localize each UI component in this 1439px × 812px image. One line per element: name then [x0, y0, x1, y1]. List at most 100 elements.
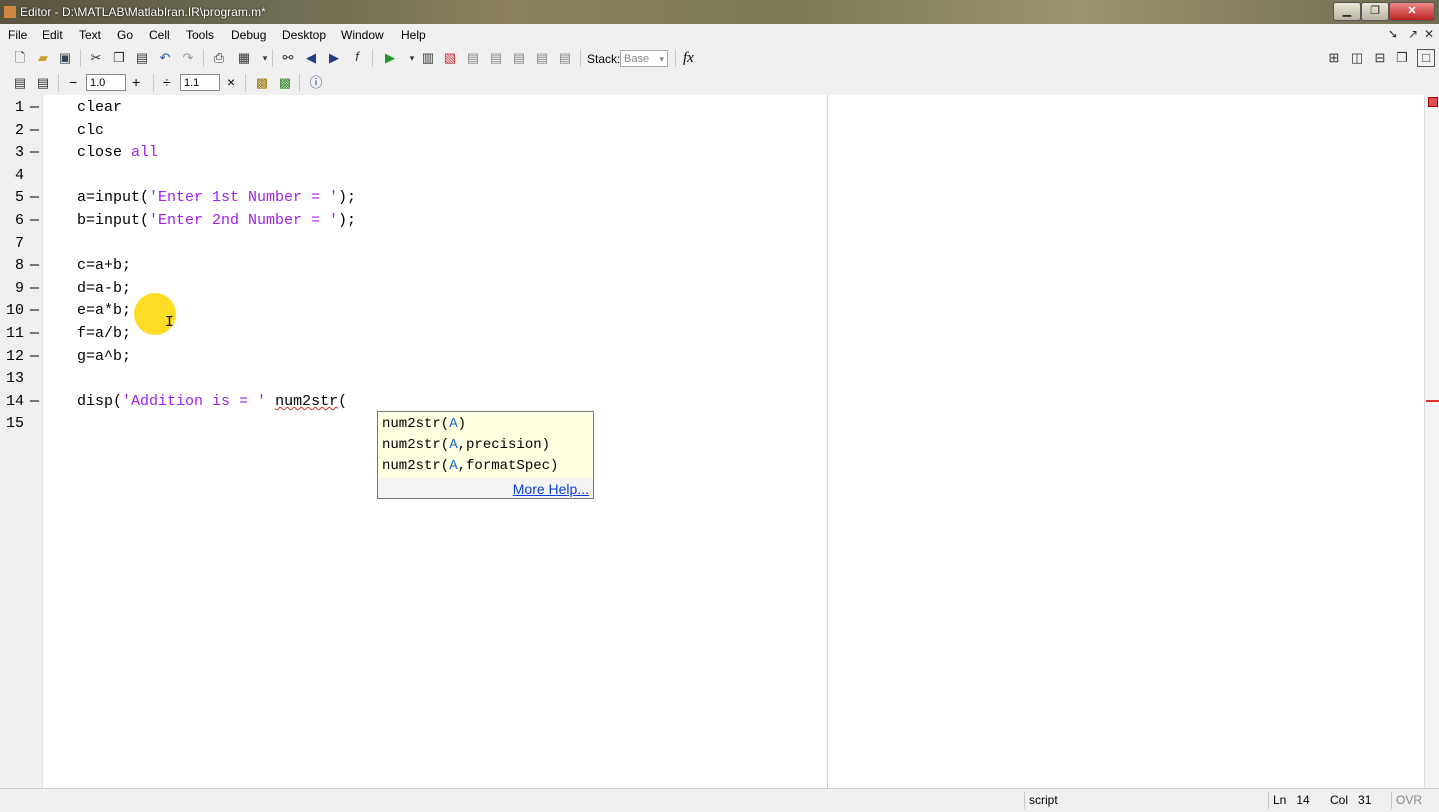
publish-icon[interactable]: ▦ — [236, 50, 252, 66]
left-right-split-icon[interactable]: ◫ — [1349, 50, 1365, 66]
menu-help[interactable]: Help — [401, 28, 426, 42]
factor-value-input[interactable] — [180, 74, 220, 91]
code-line-9[interactable]: d=a-b; — [77, 280, 131, 297]
code-line-12[interactable]: g=a^b; — [77, 348, 131, 365]
function-browser-icon[interactable]: f — [349, 49, 365, 65]
editor-toolbar: 🗋 ▰ ▣ ✂ ❐ ▤ ↶ ↷ ⎙ ▦ ▾ ⚯ ◀ ▶ f ▶ ▾ ▥ ▧ ▤ … — [0, 46, 1439, 72]
code-editor[interactable]: 1 2 3 4 5 6 7 8 9 10 11 12 13 14 15 — — … — [0, 95, 1424, 788]
run-options-chevron-icon[interactable]: ▾ — [404, 50, 420, 66]
breakpoint-marker[interactable]: — — [30, 257, 39, 274]
breakpoint-marker[interactable]: — — [30, 348, 39, 365]
status-bar: script Ln 14 Col 31 OVR — [0, 788, 1439, 812]
breakpoint-marker[interactable]: — — [30, 99, 39, 116]
forward-arrow-icon[interactable]: ▶ — [326, 50, 342, 66]
breakpoint-marker[interactable]: — — [30, 144, 39, 161]
increment-value-input[interactable] — [86, 74, 126, 91]
line-number: 8 — [14, 257, 24, 274]
info-icon[interactable]: ⓘ — [308, 75, 324, 91]
signature-fn: num2str( — [382, 458, 450, 474]
redo-icon[interactable]: ↷ — [180, 50, 196, 66]
multiply-button[interactable]: × — [227, 74, 235, 90]
breakpoint-marker[interactable]: — — [30, 189, 39, 206]
copy-icon[interactable]: ❐ — [111, 50, 127, 66]
code-token: ); — [338, 189, 357, 206]
menu-file[interactable]: File — [8, 28, 27, 42]
top-bottom-split-icon[interactable]: ⊟ — [1372, 50, 1388, 66]
line-number-gutter[interactable]: 1 2 3 4 5 6 7 8 9 10 11 12 13 14 15 — — … — [0, 95, 43, 788]
error-marker[interactable] — [1426, 400, 1439, 402]
function-hint-popup[interactable]: num2str(A) num2str(A,precision) num2str(… — [377, 411, 594, 499]
vertical-scrollbar[interactable] — [1424, 95, 1439, 788]
stack-select[interactable]: Base ▾ — [620, 50, 668, 67]
pin-icon[interactable]: ↗ — [1408, 27, 1418, 41]
find-binoculars-icon[interactable]: ⚯ — [280, 50, 296, 66]
close-doc-icon[interactable]: ✕ — [1424, 27, 1434, 41]
warning-indicator-icon[interactable] — [1428, 97, 1438, 107]
float-window-icon[interactable]: ❐ — [1394, 50, 1410, 66]
menu-window[interactable]: Window — [341, 28, 384, 42]
code-line-8[interactable]: c=a+b; — [77, 257, 131, 274]
breakpoint-marker[interactable]: — — [30, 393, 39, 410]
breakpoint-marker[interactable]: — — [30, 212, 39, 229]
divide-button[interactable]: ÷ — [163, 74, 171, 90]
code-line-6[interactable]: b=input('Enter 2nd Number = '); — [77, 212, 356, 229]
open-folder-icon[interactable]: ▰ — [35, 50, 51, 66]
minimize-button[interactable]: ▁ — [1333, 2, 1361, 21]
code-line-10[interactable]: e=a*b; — [77, 302, 131, 319]
new-file-icon[interactable]: 🗋 — [12, 50, 28, 66]
code-line-3[interactable]: close all — [77, 144, 158, 161]
breakpoint-marker[interactable]: — — [30, 325, 39, 342]
clear-breakpoints-icon[interactable]: ▧ — [442, 50, 458, 66]
cell-tool-alt-icon[interactable]: ▩ — [277, 75, 293, 91]
code-line-5[interactable]: a=input('Enter 1st Number = '); — [77, 189, 356, 206]
set-breakpoint-icon[interactable]: ▥ — [420, 50, 436, 66]
run-icon[interactable]: ▶ — [382, 50, 398, 66]
toolbar-divider — [153, 74, 154, 92]
cut-icon[interactable]: ✂ — [88, 50, 104, 66]
matlab-app-icon — [3, 5, 17, 19]
back-arrow-icon[interactable]: ◀ — [303, 50, 319, 66]
tile-layout-icon[interactable]: ⊞ — [1326, 50, 1342, 66]
fx-icon[interactable]: fx — [683, 50, 694, 67]
code-line-2[interactable]: clc — [77, 122, 104, 139]
breakpoint-marker[interactable]: — — [30, 280, 39, 297]
signature-item[interactable]: num2str(A) — [382, 416, 466, 432]
signature-item[interactable]: num2str(A,formatSpec) — [382, 458, 558, 474]
step-icon[interactable]: ▤ — [465, 50, 481, 66]
menu-text[interactable]: Text — [79, 28, 101, 42]
save-icon[interactable]: ▣ — [57, 50, 73, 66]
breakpoint-marker[interactable]: — — [30, 122, 39, 139]
increment-button[interactable]: + — [132, 74, 140, 90]
signature-end: ,formatSpec) — [457, 458, 559, 474]
paste-icon[interactable]: ▤ — [134, 50, 150, 66]
continue-icon[interactable]: ▤ — [534, 50, 550, 66]
menu-cell[interactable]: Cell — [149, 28, 170, 42]
more-help-link[interactable]: More Help... — [513, 481, 589, 497]
menu-debug[interactable]: Debug — [231, 28, 266, 42]
code-line-14[interactable]: disp('Addition is = ' num2str( — [77, 393, 347, 410]
cell-tool-icon[interactable]: ▩ — [254, 75, 270, 91]
undock-icon[interactable]: ➘ — [1388, 27, 1398, 41]
maximize-button[interactable]: ❐ — [1361, 2, 1389, 21]
chevron-down-icon[interactable]: ▾ — [257, 50, 273, 66]
eval-cell-icon[interactable]: ▤ — [35, 75, 51, 91]
maximize-doc-icon[interactable]: □ — [1417, 49, 1435, 67]
decrement-button[interactable]: − — [69, 74, 77, 90]
menu-go[interactable]: Go — [117, 28, 133, 42]
undo-icon[interactable]: ↶ — [157, 50, 173, 66]
menu-tools[interactable]: Tools — [186, 28, 214, 42]
signature-item[interactable]: num2str(A,precision) — [382, 437, 550, 453]
code-line-11[interactable]: f=a/b; — [77, 325, 131, 342]
overwrite-status: OVR — [1391, 792, 1426, 809]
line-number: 9 — [14, 280, 24, 297]
breakpoint-marker[interactable]: — — [30, 302, 39, 319]
step-in-icon[interactable]: ▤ — [488, 50, 504, 66]
code-line-1[interactable]: clear — [77, 99, 122, 116]
step-out-icon[interactable]: ▤ — [511, 50, 527, 66]
print-icon[interactable]: ⎙ — [211, 50, 227, 66]
menu-edit[interactable]: Edit — [42, 28, 63, 42]
menu-desktop[interactable]: Desktop — [282, 28, 326, 42]
insert-cell-icon[interactable]: ▤ — [12, 75, 28, 91]
exit-debug-icon[interactable]: ▤ — [557, 50, 573, 66]
close-window-button[interactable]: ✕ — [1389, 2, 1435, 21]
